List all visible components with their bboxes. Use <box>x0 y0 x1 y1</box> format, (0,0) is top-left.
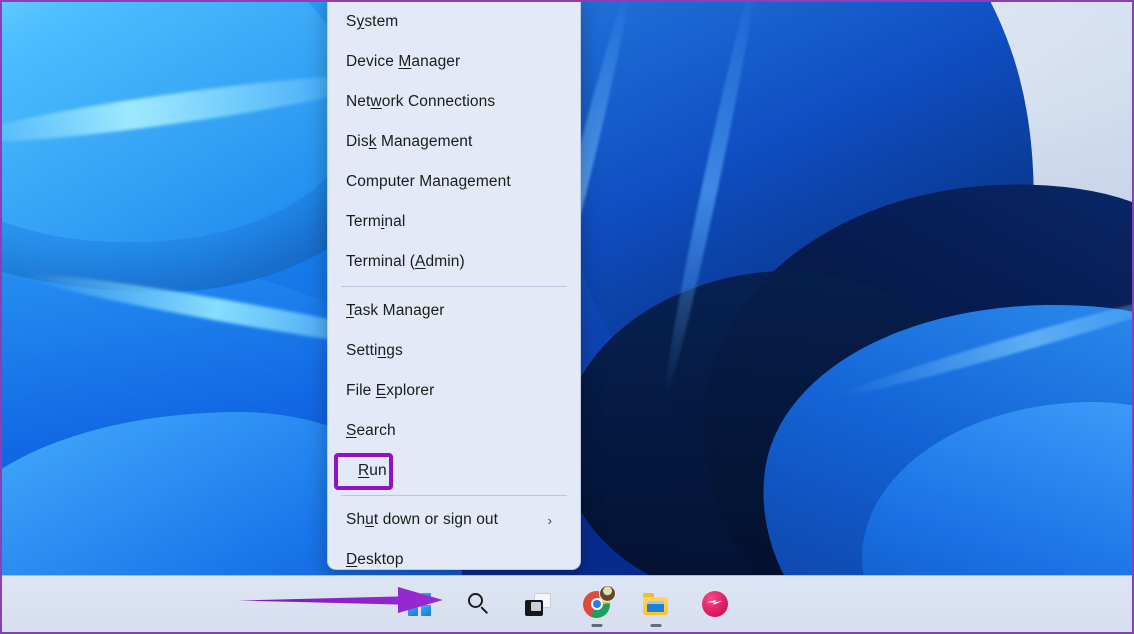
pink-app-taskbar-button[interactable] <box>695 584 735 624</box>
menu-item-device-manager[interactable]: Device Manager <box>328 42 580 82</box>
menu-item-label: System <box>346 13 564 31</box>
menu-item-label: Disk Management <box>346 133 564 151</box>
menu-item-terminal-admin[interactable]: Terminal (Admin) <box>328 242 580 282</box>
taskbar-search-button[interactable] <box>459 584 499 624</box>
menu-item-label: Run <box>346 462 564 480</box>
menu-item-disk-management[interactable]: Disk Management <box>328 122 580 162</box>
menu-item-settings[interactable]: Settings <box>328 331 580 371</box>
menu-item-label: Desktop <box>346 551 564 569</box>
menu-item-system[interactable]: System <box>328 2 580 42</box>
chrome-icon <box>583 591 610 618</box>
chevron-right-icon: › <box>548 513 552 528</box>
menu-item-label: Computer Management <box>346 173 564 191</box>
menu-item-label: File Explorer <box>346 382 564 400</box>
menu-separator <box>341 495 567 496</box>
screen: System Device Manager Network Connection… <box>0 0 1134 634</box>
menu-item-label: Terminal (Admin) <box>346 253 564 271</box>
windows-taskbar[interactable] <box>2 575 1132 632</box>
menu-item-task-manager[interactable]: Task Manager <box>328 291 580 331</box>
search-icon <box>467 592 491 616</box>
menu-item-label: Device Manager <box>346 53 564 71</box>
running-indicator <box>650 624 661 627</box>
menu-item-run[interactable]: Run <box>328 451 580 491</box>
pink-app-icon <box>702 591 728 617</box>
task-view-icon <box>525 593 551 616</box>
menu-item-network-connections[interactable]: Network Connections <box>328 82 580 122</box>
win-x-power-user-menu[interactable]: System Device Manager Network Connection… <box>327 0 581 570</box>
running-indicator <box>591 624 602 627</box>
menu-item-label: Network Connections <box>346 93 564 111</box>
menu-item-computer-management[interactable]: Computer Management <box>328 162 580 202</box>
file-explorer-icon <box>642 593 669 616</box>
menu-item-terminal[interactable]: Terminal <box>328 202 580 242</box>
menu-item-shut-down-or-sign-out[interactable]: Shut down or sign out › <box>328 500 580 540</box>
arrow-annotation <box>238 586 443 614</box>
menu-item-label: Terminal <box>346 213 564 231</box>
menu-item-label: Task Manager <box>346 302 564 320</box>
task-view-button[interactable] <box>518 584 558 624</box>
chrome-taskbar-button[interactable] <box>577 584 617 624</box>
menu-item-file-explorer[interactable]: File Explorer <box>328 371 580 411</box>
menu-item-desktop[interactable]: Desktop <box>328 540 580 570</box>
menu-item-label: Shut down or sign out <box>346 511 548 529</box>
file-explorer-taskbar-button[interactable] <box>636 584 676 624</box>
taskbar-icon-group <box>2 576 1132 632</box>
menu-separator <box>341 286 567 287</box>
avatar <box>599 585 616 602</box>
menu-item-search[interactable]: Search <box>328 411 580 451</box>
menu-item-label: Search <box>346 422 564 440</box>
menu-item-label: Settings <box>346 342 564 360</box>
